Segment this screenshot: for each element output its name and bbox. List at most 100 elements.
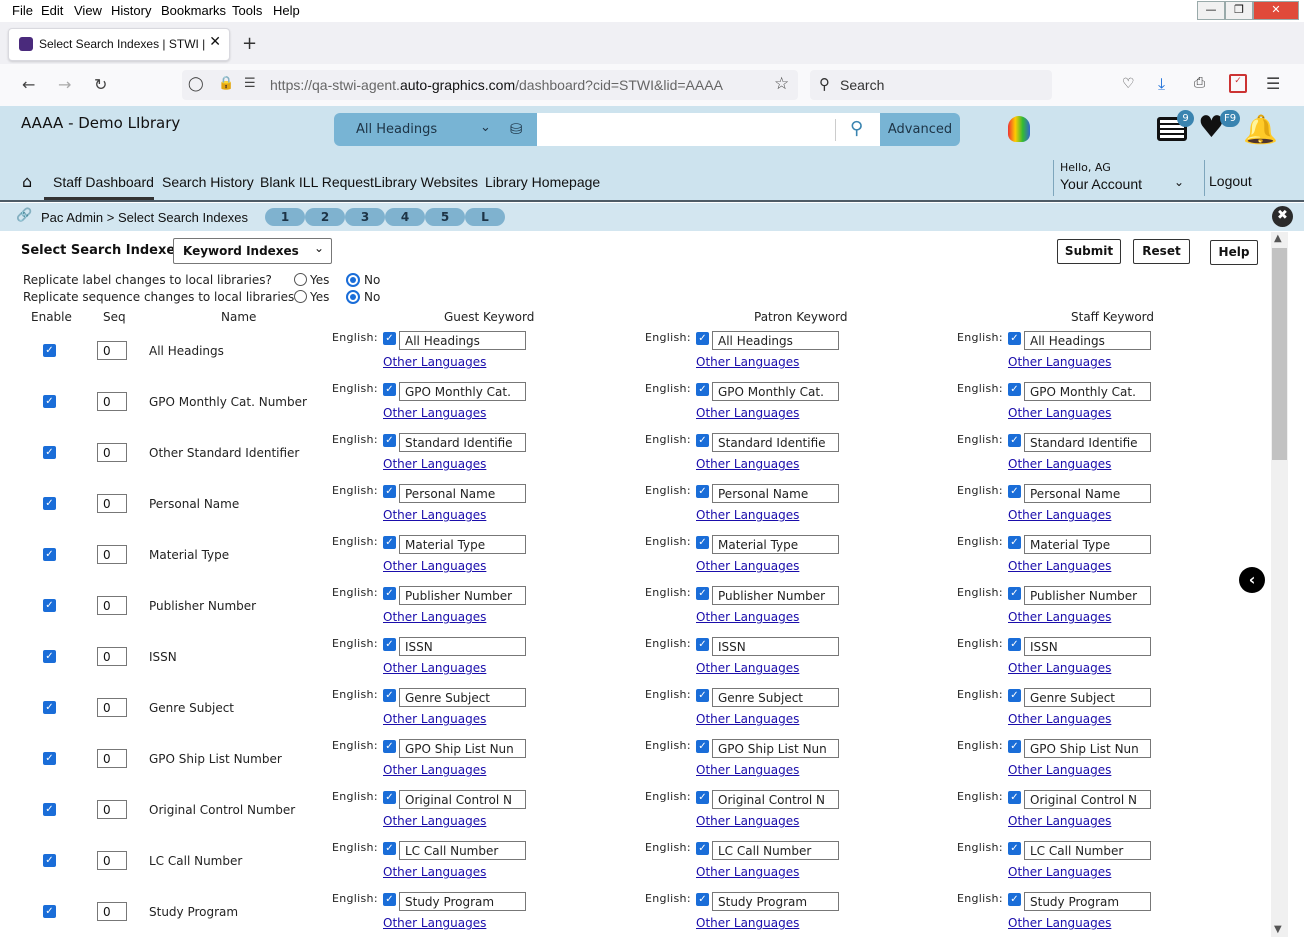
staff-other-languages-link[interactable]: Other Languages xyxy=(1008,559,1111,573)
seq-input[interactable]: 0 xyxy=(97,647,127,666)
guest-label-input[interactable]: ISSN xyxy=(399,637,526,656)
patron-enable-checkbox[interactable]: ✓ xyxy=(696,587,709,600)
patron-other-languages-link[interactable]: Other Languages xyxy=(696,661,799,675)
staff-other-languages-link[interactable]: Other Languages xyxy=(1008,865,1111,879)
patron-enable-checkbox[interactable]: ✓ xyxy=(696,383,709,396)
back-icon[interactable]: ← xyxy=(22,75,35,94)
patron-other-languages-link[interactable]: Other Languages xyxy=(696,712,799,726)
reload-icon[interactable]: ↻ xyxy=(94,75,107,94)
quick-pill-1[interactable]: 1 xyxy=(265,208,305,226)
nav-blank-ill-request[interactable]: Blank ILL Request xyxy=(260,174,374,190)
guest-label-input[interactable]: GPO Monthly Cat. xyxy=(399,382,526,401)
quick-pill-4[interactable]: 4 xyxy=(385,208,425,226)
menu-help[interactable]: Help xyxy=(273,3,300,18)
patron-label-input[interactable]: GPO Monthly Cat. xyxy=(712,382,839,401)
patron-enable-checkbox[interactable]: ✓ xyxy=(696,434,709,447)
staff-label-input[interactable]: GPO Monthly Cat. xyxy=(1024,382,1151,401)
staff-enable-checkbox[interactable]: ✓ xyxy=(1008,383,1021,396)
patron-other-languages-link[interactable]: Other Languages xyxy=(696,457,799,471)
heading-select[interactable]: All Headings ⌄ ⛁ xyxy=(334,113,537,146)
patron-other-languages-link[interactable]: Other Languages xyxy=(696,355,799,369)
staff-label-input[interactable]: Standard Identifie xyxy=(1024,433,1151,452)
patron-other-languages-link[interactable]: Other Languages xyxy=(696,559,799,573)
staff-enable-checkbox[interactable]: ✓ xyxy=(1008,587,1021,600)
help-button[interactable]: Help xyxy=(1210,240,1258,265)
patron-other-languages-link[interactable]: Other Languages xyxy=(696,916,799,930)
close-icon[interactable]: ✖ xyxy=(1272,206,1293,227)
guest-label-input[interactable]: GPO Ship List Nun xyxy=(399,739,526,758)
staff-enable-checkbox[interactable]: ✓ xyxy=(1008,434,1021,447)
patron-enable-checkbox[interactable]: ✓ xyxy=(696,332,709,345)
guest-label-input[interactable]: Publisher Number xyxy=(399,586,526,605)
staff-label-input[interactable]: Study Program xyxy=(1024,892,1151,911)
patron-label-input[interactable]: Genre Subject xyxy=(712,688,839,707)
staff-other-languages-link[interactable]: Other Languages xyxy=(1008,661,1111,675)
submit-button[interactable]: Submit xyxy=(1057,239,1121,264)
staff-label-input[interactable]: GPO Ship List Nun xyxy=(1024,739,1151,758)
guest-label-input[interactable]: Original Control N xyxy=(399,790,526,809)
staff-enable-checkbox[interactable]: ✓ xyxy=(1008,485,1021,498)
staff-label-input[interactable]: All Headings xyxy=(1024,331,1151,350)
index-type-select[interactable]: Keyword Indexes ⌄ xyxy=(173,238,332,264)
staff-enable-checkbox[interactable]: ✓ xyxy=(1008,332,1021,345)
nav-library-websites[interactable]: Library Websites xyxy=(374,174,478,190)
enable-checkbox[interactable]: ✓ xyxy=(43,446,56,459)
staff-other-languages-link[interactable]: Other Languages xyxy=(1008,916,1111,930)
patron-other-languages-link[interactable]: Other Languages xyxy=(696,814,799,828)
guest-label-input[interactable]: All Headings xyxy=(399,331,526,350)
enable-checkbox[interactable]: ✓ xyxy=(43,344,56,357)
staff-other-languages-link[interactable]: Other Languages xyxy=(1008,457,1111,471)
guest-label-input[interactable]: Genre Subject xyxy=(399,688,526,707)
hamburger-menu-icon[interactable]: ☰ xyxy=(1266,74,1280,93)
guest-label-input[interactable]: Study Program xyxy=(399,892,526,911)
staff-enable-checkbox[interactable]: ✓ xyxy=(1008,536,1021,549)
patron-other-languages-link[interactable]: Other Languages xyxy=(696,406,799,420)
enable-checkbox[interactable]: ✓ xyxy=(43,854,56,867)
quick-pill-l[interactable]: L xyxy=(465,208,505,226)
patron-label-input[interactable]: Material Type xyxy=(712,535,839,554)
quick-pill-5[interactable]: 5 xyxy=(425,208,465,226)
staff-label-input[interactable]: ISSN xyxy=(1024,637,1151,656)
guest-other-languages-link[interactable]: Other Languages xyxy=(383,916,486,930)
guest-enable-checkbox[interactable]: ✓ xyxy=(383,383,396,396)
staff-enable-checkbox[interactable]: ✓ xyxy=(1008,740,1021,753)
guest-enable-checkbox[interactable]: ✓ xyxy=(383,434,396,447)
guest-enable-checkbox[interactable]: ✓ xyxy=(383,536,396,549)
enable-checkbox[interactable]: ✓ xyxy=(43,803,56,816)
seq-input[interactable]: 0 xyxy=(97,341,127,360)
guest-other-languages-link[interactable]: Other Languages xyxy=(383,814,486,828)
guest-other-languages-link[interactable]: Other Languages xyxy=(383,355,486,369)
browser-search-box[interactable]: Search ⚲ xyxy=(810,70,1052,100)
staff-other-languages-link[interactable]: Other Languages xyxy=(1008,814,1111,828)
scroll-up-icon[interactable]: ▲ xyxy=(1274,233,1282,244)
staff-other-languages-link[interactable]: Other Languages xyxy=(1008,712,1111,726)
staff-label-input[interactable]: Publisher Number xyxy=(1024,586,1151,605)
browser-tab[interactable]: Select Search Indexes | STWI | aa ✕ xyxy=(8,28,230,61)
patron-label-input[interactable]: Personal Name xyxy=(712,484,839,503)
nav-staff-dashboard[interactable]: Staff Dashboard xyxy=(53,174,154,190)
guest-label-input[interactable]: Material Type xyxy=(399,535,526,554)
window-close-button[interactable]: ✕ xyxy=(1253,1,1299,20)
patron-enable-checkbox[interactable]: ✓ xyxy=(696,638,709,651)
replicate-label-yes-radio[interactable] xyxy=(294,273,307,286)
patron-other-languages-link[interactable]: Other Languages xyxy=(696,508,799,522)
seq-input[interactable]: 0 xyxy=(97,851,127,870)
enable-checkbox[interactable]: ✓ xyxy=(43,905,56,918)
forward-icon[interactable]: → xyxy=(58,75,71,94)
staff-other-languages-link[interactable]: Other Languages xyxy=(1008,355,1111,369)
replicate-seq-no-radio[interactable] xyxy=(346,290,360,304)
staff-label-input[interactable]: LC Call Number xyxy=(1024,841,1151,860)
pocket-icon[interactable]: ♡ xyxy=(1122,76,1135,92)
enable-checkbox[interactable]: ✓ xyxy=(43,701,56,714)
guest-other-languages-link[interactable]: Other Languages xyxy=(383,559,486,573)
guest-label-input[interactable]: Standard Identifie xyxy=(399,433,526,452)
quick-pill-3[interactable]: 3 xyxy=(345,208,385,226)
seq-input[interactable]: 0 xyxy=(97,749,127,768)
patron-enable-checkbox[interactable]: ✓ xyxy=(696,689,709,702)
guest-other-languages-link[interactable]: Other Languages xyxy=(383,763,486,777)
home-icon[interactable]: ⌂ xyxy=(22,172,32,191)
guest-other-languages-link[interactable]: Other Languages xyxy=(383,610,486,624)
guest-enable-checkbox[interactable]: ✓ xyxy=(383,638,396,651)
enable-checkbox[interactable]: ✓ xyxy=(43,650,56,663)
menu-file[interactable]: File xyxy=(12,3,33,18)
